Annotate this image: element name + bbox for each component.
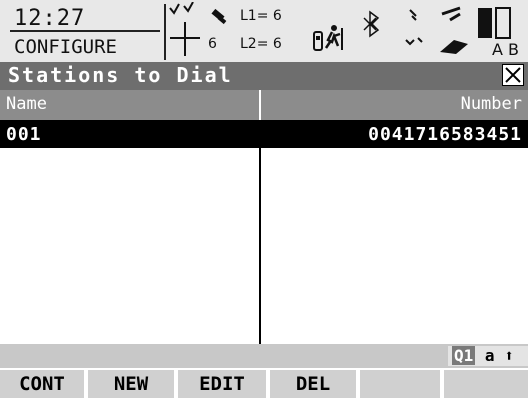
table-header [0, 90, 528, 120]
clock-divider [10, 30, 160, 32]
status-divider [164, 4, 166, 60]
input-mode-indicator: Q1 a ⬆ [448, 346, 528, 366]
gps-crosshair-icon [169, 2, 200, 56]
shift-arrow-icon: ⬆ [504, 346, 514, 365]
softkey-new[interactable]: NEW [88, 370, 174, 398]
network-icon [405, 9, 423, 46]
column-divider [259, 148, 261, 344]
close-button[interactable] [502, 64, 524, 86]
column-header-number[interactable]: Number [461, 94, 522, 114]
l2-count: L2= 6 [240, 36, 282, 52]
status-icons [169, 2, 511, 56]
input-mode-char: a [484, 346, 495, 365]
close-icon [505, 67, 521, 83]
bluetooth-icon [363, 10, 380, 38]
softkey-f6[interactable] [444, 370, 528, 398]
softkey-edit[interactable]: EDIT [178, 370, 266, 398]
person-icon [324, 25, 343, 50]
current-mode: CONFIGURE [14, 36, 117, 58]
softkey-del[interactable]: DEL [270, 370, 356, 398]
satellite-count: 6 [208, 36, 217, 52]
battery-icon [478, 7, 511, 39]
battery-label: A B [492, 40, 520, 59]
clock: 12:27 [14, 6, 86, 31]
column-separator [259, 90, 261, 120]
column-header-name[interactable]: Name [6, 94, 47, 114]
satellite-icon [211, 8, 227, 25]
row-number-cell: 0041716583451 [368, 124, 522, 145]
input-mode-q1: Q1 [452, 346, 476, 365]
softkey-f5[interactable] [360, 370, 440, 398]
page-title: Stations to Dial [8, 63, 233, 87]
l1-count: L1= 6 [240, 8, 282, 24]
row-name-cell: 001 [6, 124, 42, 145]
softkey-cont[interactable]: CONT [0, 370, 84, 398]
phone-icon [313, 31, 323, 51]
stylus-icon [440, 6, 468, 54]
